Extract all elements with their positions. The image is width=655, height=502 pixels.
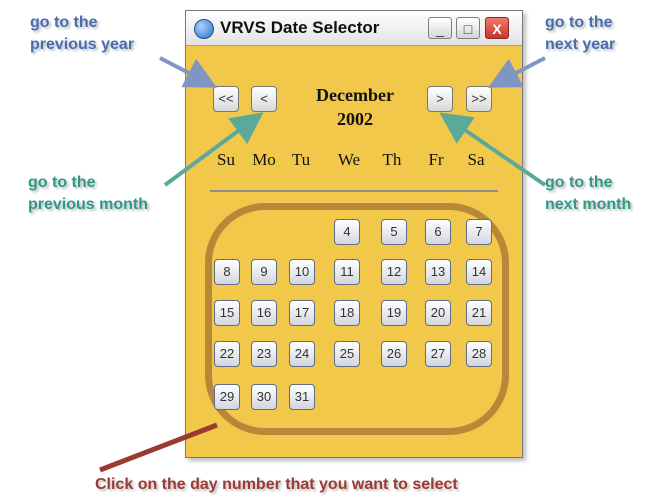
arrow-next-year bbox=[487, 56, 546, 88]
arrow-next-month bbox=[439, 112, 547, 187]
arrow-previous-month bbox=[163, 112, 264, 187]
arrow-select-day bbox=[99, 422, 218, 473]
callout-arrows bbox=[99, 56, 547, 473]
arrow-previous-year bbox=[159, 56, 218, 88]
